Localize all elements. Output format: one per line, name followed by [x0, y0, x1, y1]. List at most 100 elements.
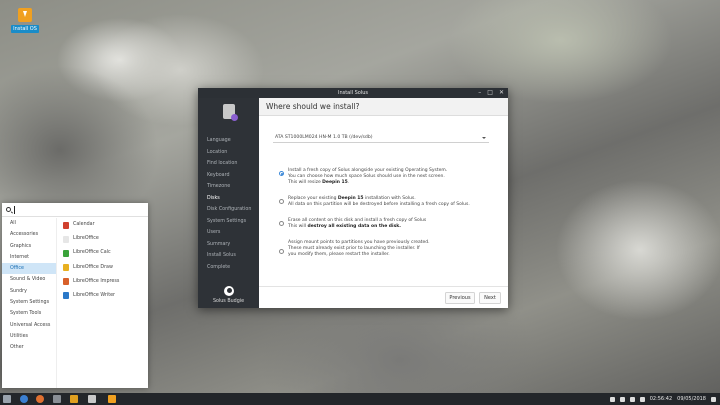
app-icon [63, 292, 69, 300]
option-text-bold: Deepin 15 [322, 180, 348, 185]
app-icon [63, 249, 69, 257]
app-item[interactable]: Calendar [59, 218, 148, 232]
disk-select-value: ATA ST1000LM024 HN-M 1.0 TB (/dev/sdb) [275, 135, 373, 140]
app-label: LibreOffice Writer [73, 292, 116, 298]
app-list: Calendar LibreOffice LibreOffice Calc Libre… [59, 218, 148, 303]
clock-time: 02:56:42 [649, 396, 673, 402]
category-item[interactable]: All [2, 218, 56, 229]
install-os-taskbar-icon[interactable] [108, 395, 116, 403]
clock-date: 09/05/2018 [677, 396, 706, 402]
category-list: All Accessories Graphics Internet Office Soun… [2, 218, 57, 388]
app-label: LibreOffice Draw [73, 264, 113, 270]
radio-erase[interactable] [279, 221, 284, 226]
bottom-panel: 02:56:42 09/05/2018 [0, 393, 720, 405]
option-text: Replace your existing [288, 196, 338, 201]
search-input[interactable] [2, 203, 148, 217]
battery-icon[interactable] [629, 396, 635, 402]
app-item[interactable]: LibreOffice [59, 232, 148, 246]
browser-icon[interactable] [20, 395, 28, 403]
sidebar-step: Language [207, 138, 231, 143]
category-item[interactable]: Graphics [2, 241, 56, 252]
text-cursor [14, 206, 15, 214]
install-os-desktop-icon[interactable]: Install OS [10, 8, 40, 33]
next-button[interactable]: Next [479, 292, 501, 304]
category-item[interactable]: Sundry [2, 286, 56, 297]
installer-sidebar: Language Location Find location Keyboard Tim… [198, 98, 259, 308]
option-text: This will [288, 224, 308, 229]
app-item[interactable]: LibreOffice Writer [59, 289, 148, 303]
radio-alongside[interactable] [279, 171, 284, 176]
option-text: you modify them, please restart the inst… [288, 252, 390, 257]
option-text: All data on this partition will be destr… [288, 202, 470, 207]
network-icon[interactable] [609, 396, 615, 402]
sidebar-step: Timezone [207, 184, 231, 189]
files-icon[interactable] [53, 395, 61, 403]
category-item[interactable]: Internet [2, 252, 56, 263]
sidebar-step: Location [207, 149, 228, 155]
app-item[interactable]: LibreOffice Calc [59, 246, 148, 260]
app-icon [63, 235, 69, 243]
radio-replace[interactable] [279, 199, 284, 204]
category-item[interactable]: Sound & Video [2, 274, 56, 285]
category-item[interactable]: Universal Access [2, 320, 56, 331]
app-menu: All Accessories Graphics Internet Office Soun… [2, 203, 148, 388]
minimize-icon[interactable]: – [478, 88, 481, 98]
previous-button[interactable]: Previous [445, 292, 475, 304]
option-replace[interactable]: Replace your existing Deepin 15 installa… [279, 196, 499, 208]
option-text-bold: destroy all existing data on the disk. [307, 224, 401, 229]
notifications-icon[interactable] [711, 396, 716, 402]
option-text: . [347, 180, 350, 185]
sound-icon[interactable] [619, 396, 625, 402]
maximize-icon[interactable]: □ [487, 88, 493, 98]
power-icon[interactable] [639, 396, 645, 402]
option-alongside[interactable]: Install a fresh copy of Solus alongside … [279, 168, 499, 186]
app-icon [63, 264, 69, 272]
app-label: Calendar [73, 222, 95, 227]
brand-label: Solus Budgie [212, 299, 245, 304]
sidebar-step: Keyboard [207, 172, 230, 178]
menu-grid-icon[interactable] [3, 395, 11, 403]
sidebar-step: Find location [207, 161, 238, 166]
sidebar-step: Users [207, 230, 221, 235]
sidebar-step: Complete [207, 264, 231, 270]
app-label: LibreOffice Impress [73, 278, 120, 284]
window-titlebar[interactable]: Install Solus – □ ✕ [198, 88, 508, 98]
option-manual[interactable]: Assign mount points to partitions you ha… [279, 240, 499, 258]
download-icon [18, 8, 32, 22]
app-item[interactable]: LibreOffice Impress [59, 275, 148, 289]
music-icon[interactable] [70, 395, 78, 403]
close-icon[interactable]: ✕ [499, 88, 504, 98]
install-os-label: Install OS [11, 25, 39, 33]
window-title: Install Solus [337, 90, 369, 96]
sidebar-steps: Language Location Find location Keyboard Tim… [198, 135, 259, 273]
disk-icon [222, 104, 238, 121]
solus-logo-icon [223, 286, 234, 296]
category-item[interactable]: Other [2, 342, 56, 353]
radio-manual[interactable] [279, 249, 284, 254]
sidebar-step: Install Solus [207, 253, 236, 258]
system-tray: 02:56:42 09/05/2018 [609, 393, 716, 405]
sidebar-step: Disk Configuration [207, 207, 252, 212]
sidebar-step: Summary [207, 241, 231, 247]
category-item[interactable]: Office [2, 263, 56, 275]
category-item[interactable]: Accessories [2, 229, 56, 240]
firefox-icon[interactable] [36, 395, 44, 403]
disk-select[interactable]: ATA ST1000LM024 HN-M 1.0 TB (/dev/sdb) [273, 134, 489, 143]
app-item[interactable]: LibreOffice Draw [59, 261, 148, 275]
option-text: This will resize [288, 180, 323, 185]
installer-main: Where should we install? ATA ST1000LM024… [259, 98, 508, 308]
app-label: LibreOffice Calc [73, 250, 111, 256]
app-label: LibreOffice [73, 236, 99, 242]
software-icon[interactable] [88, 395, 96, 403]
category-item[interactable]: System Settings [2, 297, 56, 308]
installer-footer: Previous Next [259, 286, 508, 308]
app-icon [63, 278, 69, 286]
sidebar-step: System Settings [207, 218, 247, 224]
app-icon [63, 221, 69, 229]
search-icon [6, 207, 11, 212]
sidebar-step: Disks [207, 195, 220, 201]
category-item[interactable]: Utilities [2, 331, 56, 342]
option-erase[interactable]: Erase all content on this disk and insta… [279, 218, 499, 230]
installer-window: Install Solus – □ ✕ Language Location Find… [198, 88, 508, 308]
category-item[interactable]: System Tools [2, 308, 56, 319]
